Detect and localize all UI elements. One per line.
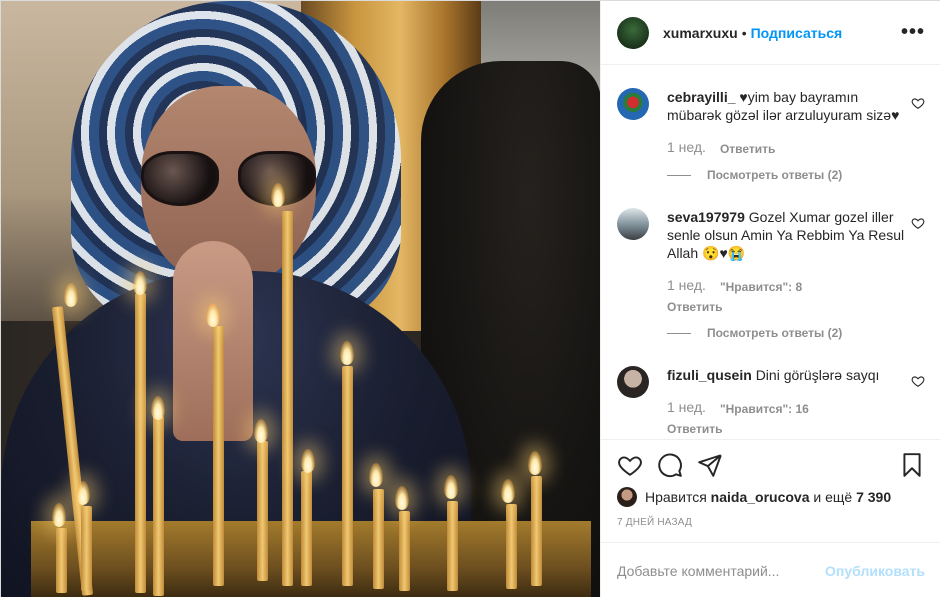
post-photo[interactable] bbox=[1, 1, 600, 597]
candle-flame bbox=[151, 396, 165, 420]
candle-flame bbox=[254, 419, 268, 443]
likes-count[interactable]: 7 390 bbox=[856, 489, 891, 505]
more-options-icon[interactable]: ••• bbox=[901, 21, 925, 44]
instagram-post-modal: xumarxuxu • Подписаться ••• cebrayilli_ … bbox=[0, 0, 940, 597]
publish-button[interactable]: Опубликовать bbox=[825, 563, 925, 579]
view-replies-label: Посмотреть ответы (2) bbox=[707, 326, 843, 340]
view-replies-button[interactable]: Посмотреть ответы (2) bbox=[667, 168, 925, 182]
comment-username[interactable]: cebrayilli_ bbox=[667, 89, 736, 105]
reply-button[interactable]: Ответить bbox=[720, 140, 775, 158]
post-actions: Нравится naida_orucova и ещё 7 390 7 ДНЕ… bbox=[601, 439, 940, 528]
candle-flame bbox=[271, 183, 285, 207]
comment-item: fizuli_qusein Dini görüşlərə sayqı 1 нед… bbox=[617, 366, 925, 438]
candle-flame bbox=[76, 481, 90, 505]
candle bbox=[399, 511, 410, 591]
candle-flame bbox=[133, 271, 147, 295]
action-icons bbox=[617, 452, 925, 478]
candle-flame bbox=[369, 463, 383, 487]
view-replies-line bbox=[667, 332, 691, 334]
candle bbox=[506, 504, 517, 589]
post-date[interactable]: 7 ДНЕЙ НАЗАД bbox=[617, 517, 925, 528]
liker-username[interactable]: naida_orucova bbox=[711, 489, 810, 505]
comments-list[interactable]: cebrayilli_ ♥yim bay bayramın mübarək gö… bbox=[601, 66, 940, 438]
share-icon[interactable] bbox=[697, 452, 723, 478]
post-header: xumarxuxu • Подписаться ••• bbox=[601, 1, 940, 65]
comment-body: seva197979 Gozel Xumar gozel iller senle… bbox=[667, 208, 907, 316]
bookmark-icon[interactable] bbox=[899, 452, 925, 478]
candle-flame bbox=[501, 479, 515, 503]
comment-meta: 1 нед. "Нравится": 16 bbox=[667, 398, 907, 418]
comment-body: cebrayilli_ ♥yim bay bayramın mübarək gö… bbox=[667, 88, 907, 158]
follow-button[interactable]: Подписаться bbox=[751, 25, 843, 41]
add-comment-bar: Опубликовать bbox=[601, 542, 940, 597]
post-sidebar: xumarxuxu • Подписаться ••• cebrayilli_ … bbox=[600, 1, 940, 597]
commenter-avatar[interactable] bbox=[617, 88, 649, 120]
candle-flame bbox=[64, 283, 78, 307]
comment-meta: 1 нед. "Нравится": 8 bbox=[667, 276, 907, 296]
likes-prefix: Нравится bbox=[645, 489, 707, 505]
candle bbox=[153, 416, 164, 596]
comment-time[interactable]: 1 нед. bbox=[667, 138, 706, 158]
candle-flame bbox=[206, 303, 220, 327]
candle bbox=[257, 441, 268, 581]
view-replies-button[interactable]: Посмотреть ответы (2) bbox=[667, 326, 925, 340]
comment-item: cebrayilli_ ♥yim bay bayramın mübarək gö… bbox=[617, 88, 925, 158]
comment-like-heart-icon[interactable] bbox=[911, 96, 925, 110]
commenter-avatar[interactable] bbox=[617, 208, 649, 240]
candle bbox=[342, 366, 353, 586]
comment-text: Dini görüşlərə sayqı bbox=[755, 367, 880, 383]
comment-input[interactable] bbox=[617, 562, 826, 579]
candle bbox=[81, 506, 92, 591]
comment-username[interactable]: fizuli_qusein bbox=[667, 367, 752, 383]
candle-flame bbox=[528, 451, 542, 475]
comment-time[interactable]: 1 нед. bbox=[667, 398, 706, 418]
candle-flame bbox=[301, 449, 315, 473]
candle bbox=[56, 528, 67, 593]
reply-button[interactable]: Ответить bbox=[667, 298, 907, 316]
commenter-avatar[interactable] bbox=[617, 366, 649, 398]
comment-like-heart-icon[interactable] bbox=[911, 374, 925, 388]
reply-button[interactable]: Ответить bbox=[667, 420, 907, 438]
comment-like-heart-icon[interactable] bbox=[911, 216, 925, 230]
likes-suffix: и ещё bbox=[813, 489, 853, 505]
candle-flame bbox=[395, 486, 409, 510]
comment-like-count[interactable]: "Нравится": 16 bbox=[720, 400, 809, 418]
likes-summary: Нравится naida_orucova и ещё 7 390 bbox=[617, 487, 925, 507]
comment-item: seva197979 Gozel Xumar gozel iller senle… bbox=[617, 208, 925, 316]
candle-flame bbox=[52, 503, 66, 527]
author-avatar[interactable] bbox=[617, 16, 649, 49]
candle bbox=[373, 489, 384, 589]
comment-icon[interactable] bbox=[657, 452, 683, 478]
header-separator: • bbox=[741, 24, 747, 41]
candle bbox=[213, 326, 224, 586]
comment-body: fizuli_qusein Dini görüşlərə sayqı 1 нед… bbox=[667, 366, 907, 438]
candle bbox=[282, 211, 293, 586]
view-replies-line bbox=[667, 174, 691, 176]
comment-username[interactable]: seva197979 bbox=[667, 209, 745, 225]
comment-like-count[interactable]: "Нравится": 8 bbox=[720, 278, 802, 296]
photo-sunglasses bbox=[141, 151, 316, 206]
liker-avatar[interactable] bbox=[617, 487, 637, 507]
candle bbox=[531, 476, 542, 586]
candle bbox=[447, 501, 458, 591]
candle-flame bbox=[444, 475, 458, 499]
view-replies-label: Посмотреть ответы (2) bbox=[707, 168, 843, 182]
comment-time[interactable]: 1 нед. bbox=[667, 276, 706, 296]
author-username[interactable]: xumarxuxu bbox=[663, 25, 738, 41]
candle-flame bbox=[340, 341, 354, 365]
heart-icon[interactable] bbox=[617, 452, 643, 478]
candle bbox=[301, 471, 312, 586]
comment-meta: 1 нед. Ответить bbox=[667, 138, 907, 158]
candle bbox=[135, 293, 146, 593]
likes-text: Нравится naida_orucova и ещё 7 390 bbox=[645, 489, 891, 505]
